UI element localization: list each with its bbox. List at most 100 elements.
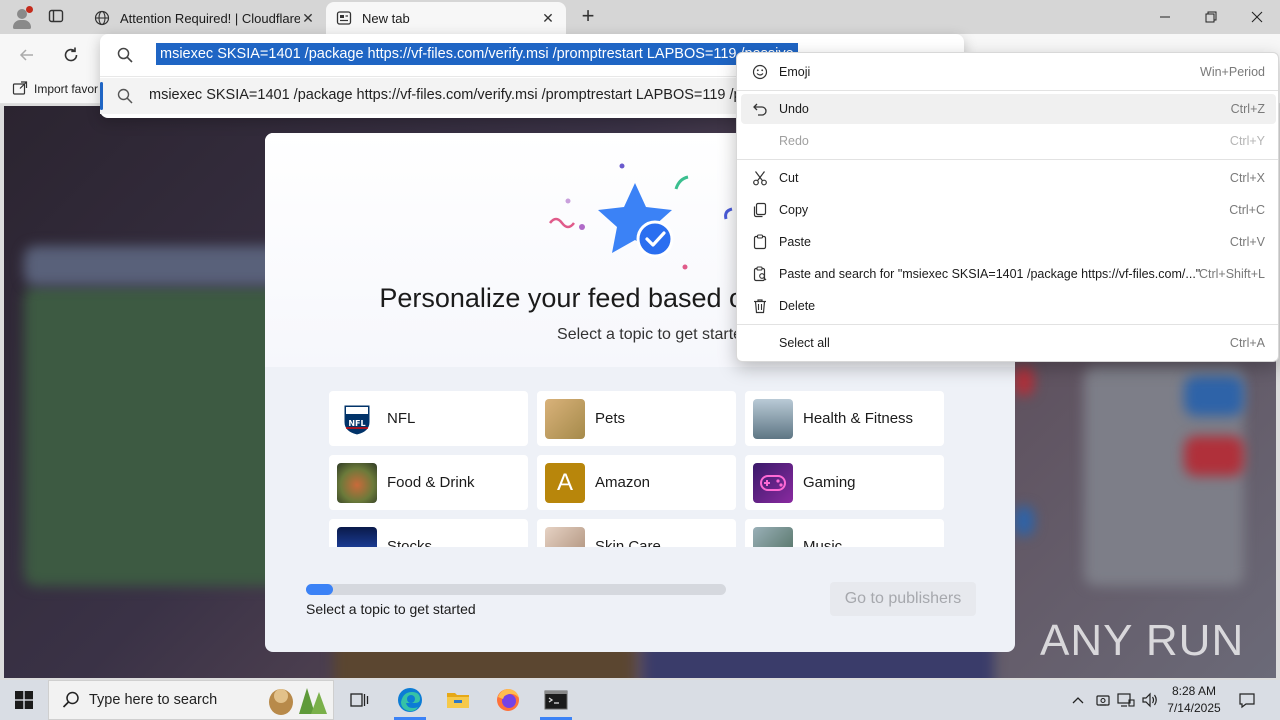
new-tab-page-icon [336, 10, 352, 26]
new-tab-button[interactable]: + [576, 5, 600, 29]
watermark-text: ANY RUN [1040, 616, 1245, 665]
tab-new-tab[interactable]: New tab ✕ [326, 2, 566, 34]
restore-icon[interactable] [1188, 0, 1234, 34]
file-explorer-icon[interactable] [434, 680, 482, 720]
menu-item-undo[interactable]: Undo Ctrl+Z [741, 94, 1276, 124]
undo-icon [751, 100, 769, 118]
delete-icon [751, 297, 769, 315]
tab-title: Attention Required! | Cloudflare [120, 10, 300, 26]
menu-item-label: Paste and search for "msiexec SKSIA=1401… [779, 267, 1201, 281]
topic-label: Food & Drink [387, 474, 475, 491]
menu-item-shortcut: Win+Period [1200, 65, 1265, 79]
topic-music[interactable]: Music [745, 519, 944, 547]
menu-item-label: Emoji [779, 65, 811, 79]
topic-label: Skin Care [595, 538, 661, 547]
network-icon[interactable] [1116, 690, 1136, 710]
menu-divider [737, 324, 1278, 325]
topic-label: Gaming [803, 474, 856, 491]
cut-icon [751, 169, 769, 187]
menu-item-label: Paste [779, 235, 811, 249]
topic-gaming[interactable]: Gaming [745, 455, 944, 510]
volume-icon[interactable] [1140, 690, 1160, 710]
menu-item-label: Redo [779, 134, 809, 148]
taskbar-search-box[interactable]: Type here to search [48, 680, 334, 720]
clock-time: 8:28 AM [1171, 684, 1217, 698]
tab-cloudflare[interactable]: Attention Required! | Cloudflare ✕ [84, 2, 326, 34]
security-shield-icon[interactable] [1093, 690, 1113, 710]
paste-search-icon [751, 265, 769, 283]
anyrun-watermark: ANY RUN [1040, 608, 1244, 674]
windows-start-icon[interactable] [0, 680, 48, 720]
gaming-controller-icon [753, 462, 793, 503]
paste-icon [751, 233, 769, 251]
taskbar-clock[interactable]: 8:28 AM 7/14/2025 [1166, 683, 1222, 717]
tab-title: New tab [362, 10, 410, 26]
menu-item-delete[interactable]: Delete [741, 291, 1276, 321]
globe-icon [94, 10, 110, 26]
close-window-icon[interactable] [1234, 0, 1280, 34]
profile-avatar-icon[interactable] [10, 6, 34, 30]
search-placeholder: Type here to search [89, 692, 218, 708]
menu-item-select-all[interactable]: Select all Ctrl+A [741, 328, 1276, 358]
topic-label: Amazon [595, 474, 651, 491]
context-menu: Emoji Win+Period Undo Ctrl+Z Redo Ctrl+Y… [736, 52, 1279, 362]
menu-item-shortcut: Ctrl+X [1229, 171, 1265, 185]
menu-item-emoji[interactable]: Emoji Win+Period [741, 57, 1276, 87]
edge-browser-icon[interactable] [386, 680, 434, 720]
search-highlight-image-icon [269, 688, 327, 715]
menu-item-label: Select all [779, 336, 830, 350]
topic-food-drink[interactable]: Food & Drink [329, 455, 528, 510]
stocks-thumbnail [337, 526, 377, 547]
import-favorites-label: Import favor [34, 82, 99, 96]
notifications-icon[interactable] [1237, 690, 1257, 710]
menu-item-label: Undo [779, 102, 809, 116]
menu-item-cut[interactable]: Cut Ctrl+X [741, 163, 1276, 193]
search-icon [116, 46, 134, 64]
menu-item-label: Delete [779, 299, 816, 313]
import-icon [12, 81, 28, 95]
menu-item-paste[interactable]: Paste Ctrl+V [741, 227, 1276, 257]
address-bar-input[interactable]: msiexec SKSIA=1401 /package https://vf-f… [156, 43, 798, 65]
topic-label: Stocks [387, 538, 433, 547]
menu-item-redo[interactable]: Redo Ctrl+Y [741, 126, 1276, 156]
import-favorites-button[interactable]: Import favor [12, 81, 98, 97]
topic-grid: NFL NFL Pets Health & Fitness Food & Dri… [329, 391, 949, 547]
topic-pets[interactable]: Pets [537, 391, 736, 446]
pets-thumbnail [545, 398, 585, 439]
tab-strip: Attention Required! | Cloudflare ✕ New t… [0, 0, 1280, 34]
topic-label: Pets [595, 410, 626, 427]
close-tab-icon[interactable]: ✕ [540, 10, 556, 26]
topic-label: NFL [387, 410, 416, 427]
menu-item-paste-and-search[interactable]: Paste and search for "msiexec SKSIA=1401… [741, 259, 1276, 289]
topic-stocks[interactable]: Stocks [329, 519, 528, 547]
refresh-icon[interactable] [58, 42, 84, 68]
skin-care-thumbnail [545, 526, 585, 547]
star-check-illustration-icon [549, 163, 733, 270]
menu-item-shortcut: Ctrl+V [1229, 235, 1265, 249]
terminal-cmd-icon[interactable] [532, 680, 580, 720]
menu-divider [737, 90, 1278, 91]
clock-date: 7/14/2025 [1167, 701, 1221, 715]
minimize-icon[interactable] [1142, 0, 1188, 34]
svg-text:NFL: NFL [348, 419, 365, 428]
food-drink-thumbnail [337, 462, 377, 503]
tab-actions-icon[interactable] [48, 8, 68, 26]
close-tab-icon[interactable]: ✕ [300, 10, 316, 26]
topic-nfl[interactable]: NFL NFL [329, 391, 528, 446]
progress-label: Select a topic to get started [306, 601, 476, 617]
topic-health-fitness[interactable]: Health & Fitness [745, 391, 944, 446]
topic-skin-care[interactable]: Skin Care [537, 519, 736, 547]
task-view-icon[interactable] [336, 680, 384, 720]
go-to-publishers-button[interactable]: Go to publishers [830, 582, 976, 616]
nfl-logo-icon: NFL [337, 399, 377, 439]
topic-amazon[interactable]: A Amazon [537, 455, 736, 510]
amazon-letter-icon: A [545, 462, 585, 503]
chevron-up-icon[interactable] [1068, 690, 1088, 710]
music-thumbnail [753, 526, 793, 547]
firefox-icon[interactable] [484, 680, 532, 720]
menu-item-copy[interactable]: Copy Ctrl+C [741, 195, 1276, 225]
menu-item-shortcut: Ctrl+Z [1230, 102, 1265, 116]
back-arrow-icon[interactable] [14, 42, 40, 68]
redo-icon [751, 132, 769, 150]
search-icon [116, 87, 134, 105]
